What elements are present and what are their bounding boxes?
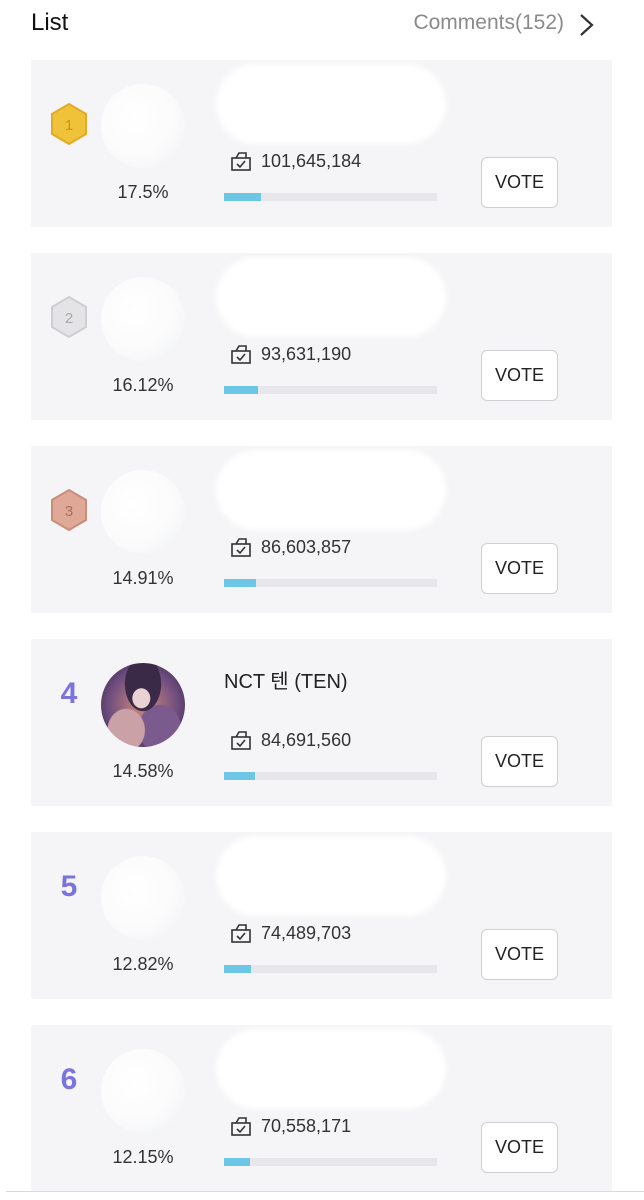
vote-percent: 12.15%: [112, 1147, 174, 1167]
ballot-box-icon: [231, 924, 251, 943]
vote-count: 74,489,703: [261, 923, 352, 943]
avatar: [101, 84, 185, 168]
vote-percent: 14.58%: [112, 761, 174, 781]
ballot-box-icon: [231, 152, 251, 171]
entry-name: NCT 텐 (TEN): [224, 671, 348, 693]
vote-share-fill: [224, 772, 256, 780]
vote-count: 84,691,560: [261, 730, 352, 750]
rank-number: 5: [60, 870, 78, 903]
vote-share-bar: [224, 579, 437, 587]
redacted-name: [216, 257, 446, 337]
list-header: List Comments(152): [0, 0, 644, 50]
avatar: [101, 856, 185, 940]
ballot-box-icon: [231, 731, 251, 750]
vote-count: 101,645,184: [261, 151, 362, 171]
list-item: 2 93,631,190 16.12% VOTE: [31, 253, 612, 420]
vote-count: 93,631,190: [261, 344, 352, 364]
vote-percent: 14.91%: [112, 568, 174, 588]
vote-button[interactable]: VOTE: [481, 736, 558, 787]
svg-text:2: 2: [65, 310, 73, 327]
vote-button[interactable]: VOTE: [481, 929, 558, 980]
ballot-box-icon: [231, 345, 251, 364]
vote-share-bar: [224, 193, 437, 201]
chevron-right-icon[interactable]: [576, 12, 598, 38]
page-title: List: [31, 9, 69, 36]
list-item: 6 70,558,171 12.15% VOTE: [31, 1025, 612, 1192]
avatar: [101, 663, 185, 747]
divider: [6, 1191, 644, 1192]
redacted-name: [216, 1029, 446, 1109]
vote-share-fill: [224, 386, 259, 394]
vote-button[interactable]: VOTE: [481, 543, 558, 594]
vote-button[interactable]: VOTE: [481, 157, 558, 208]
redacted-name: [216, 836, 446, 916]
redacted-name: [216, 64, 446, 144]
vote-share-bar: [224, 772, 437, 780]
vote-percent: 17.5%: [117, 182, 169, 202]
rank-number: 6: [60, 1063, 78, 1096]
list-item: 5 74,489,703 12.82% VOTE: [31, 832, 612, 999]
redacted-name: [216, 450, 446, 530]
ballot-box-icon: [231, 1117, 251, 1136]
avatar: [101, 1049, 185, 1133]
list-item: 4 NCT 텐 (TEN) 84,691,560 14.58% VOTE: [31, 639, 612, 806]
bronze-medal-icon: 3: [49, 488, 89, 532]
vote-share-bar: [224, 1158, 437, 1166]
ballot-box-icon: [231, 538, 251, 557]
svg-text:3: 3: [65, 503, 73, 520]
vote-count: 86,603,857: [261, 537, 352, 557]
vote-share-bar: [224, 386, 437, 394]
vote-share-fill: [224, 193, 262, 201]
vote-button[interactable]: VOTE: [481, 1122, 558, 1173]
vote-share-bar: [224, 965, 437, 973]
avatar: [101, 277, 185, 361]
vote-percent: 12.82%: [112, 954, 174, 974]
vote-share-fill: [224, 579, 256, 587]
vote-button[interactable]: VOTE: [481, 350, 558, 401]
list-item: 3 86,603,857 14.91% VOTE: [31, 446, 612, 613]
silver-medal-icon: 2: [49, 295, 89, 339]
svg-text:1: 1: [65, 117, 73, 134]
vote-percent: 16.12%: [112, 375, 174, 395]
comments-link[interactable]: Comments(152): [413, 11, 564, 35]
rank-number: 4: [60, 677, 78, 710]
avatar: [101, 470, 185, 554]
vote-share-fill: [224, 1158, 250, 1166]
list-item: 1 101,645,184 17.5% VOTE: [31, 60, 612, 227]
vote-count: 70,558,171: [261, 1116, 352, 1136]
gold-medal-icon: 1: [49, 102, 89, 146]
vote-share-fill: [224, 965, 252, 973]
